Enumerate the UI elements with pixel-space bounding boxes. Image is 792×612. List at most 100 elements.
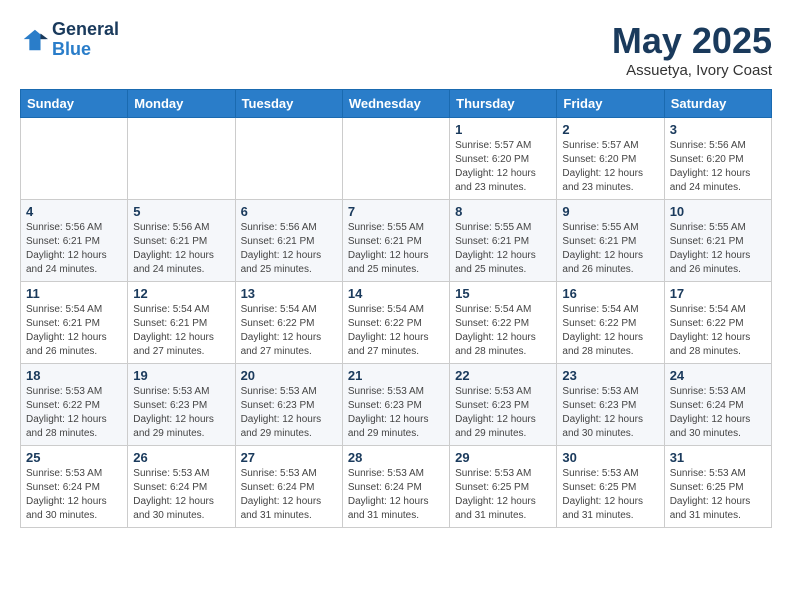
calendar-cell: 6 Sunrise: 5:56 AM Sunset: 6:21 PM Daylig… [235,200,342,282]
day-info: Sunrise: 5:56 AM Sunset: 6:21 PM Dayligh… [241,221,337,277]
day-info: Sunrise: 5:53 AM Sunset: 6:23 PM Dayligh… [455,385,551,441]
calendar-table: SundayMondayTuesdayWednesdayThursdayFrid… [20,89,772,528]
calendar-cell: 7 Sunrise: 5:55 AM Sunset: 6:21 PM Daylig… [342,200,449,282]
day-number: 29 [455,450,551,465]
day-number: 16 [562,286,658,301]
day-number: 23 [562,368,658,383]
calendar-cell: 26 Sunrise: 5:53 AM Sunset: 6:24 PM Dayli… [128,446,235,528]
day-number: 7 [348,204,444,219]
calendar-cell: 31Sunrise: 5:53 AM Sunset: 6:25 PM Dayli… [664,446,771,528]
calendar-cell [128,118,235,200]
day-number: 26 [133,450,229,465]
day-number: 4 [26,204,122,219]
calendar-week-1: 1Sunrise: 5:57 AM Sunset: 6:20 PM Daylig… [21,118,772,200]
calendar-cell: 24Sunrise: 5:53 AM Sunset: 6:24 PM Dayli… [664,364,771,446]
calendar-cell: 14 Sunrise: 5:54 AM Sunset: 6:22 PM Dayli… [342,282,449,364]
calendar-cell: 29Sunrise: 5:53 AM Sunset: 6:25 PM Dayli… [450,446,557,528]
calendar-cell: 15Sunrise: 5:54 AM Sunset: 6:22 PM Dayli… [450,282,557,364]
weekday-header-monday: Monday [128,90,235,118]
day-number: 13 [241,286,337,301]
day-number: 3 [670,122,766,137]
day-info: Sunrise: 5:55 AM Sunset: 6:21 PM Dayligh… [455,221,551,277]
calendar-cell: 10Sunrise: 5:55 AM Sunset: 6:21 PM Dayli… [664,200,771,282]
day-number: 24 [670,368,766,383]
calendar-week-3: 11 Sunrise: 5:54 AM Sunset: 6:21 PM Dayli… [21,282,772,364]
calendar-cell: 19Sunrise: 5:53 AM Sunset: 6:23 PM Dayli… [128,364,235,446]
weekday-header-sunday: Sunday [21,90,128,118]
day-number: 21 [348,368,444,383]
day-info: Sunrise: 5:55 AM Sunset: 6:21 PM Dayligh… [562,221,658,277]
day-info: Sunrise: 5:56 AM Sunset: 6:21 PM Dayligh… [26,221,122,277]
day-number: 12 [133,286,229,301]
weekday-header-friday: Friday [557,90,664,118]
calendar-week-4: 18 Sunrise: 5:53 AM Sunset: 6:22 PM Dayli… [21,364,772,446]
day-info: Sunrise: 5:53 AM Sunset: 6:24 PM Dayligh… [241,467,337,523]
calendar-cell: 25 Sunrise: 5:53 AM Sunset: 6:24 PM Dayli… [21,446,128,528]
day-number: 25 [26,450,122,465]
calendar-cell: 13 Sunrise: 5:54 AM Sunset: 6:22 PM Dayli… [235,282,342,364]
calendar-cell [235,118,342,200]
weekday-header-wednesday: Wednesday [342,90,449,118]
day-number: 31 [670,450,766,465]
day-info: Sunrise: 5:53 AM Sunset: 6:24 PM Dayligh… [348,467,444,523]
day-number: 20 [241,368,337,383]
calendar-cell: 16 Sunrise: 5:54 AM Sunset: 6:22 PM Dayli… [557,282,664,364]
calendar-cell: 30 Sunrise: 5:53 AM Sunset: 6:25 PM Dayli… [557,446,664,528]
calendar-cell [21,118,128,200]
day-info: Sunrise: 5:53 AM Sunset: 6:23 PM Dayligh… [241,385,337,441]
day-number: 18 [26,368,122,383]
calendar-cell: 28 Sunrise: 5:53 AM Sunset: 6:24 PM Dayli… [342,446,449,528]
logo-icon [20,26,48,54]
calendar-week-5: 25 Sunrise: 5:53 AM Sunset: 6:24 PM Dayli… [21,446,772,528]
day-info: Sunrise: 5:54 AM Sunset: 6:22 PM Dayligh… [348,303,444,359]
day-info: Sunrise: 5:54 AM Sunset: 6:22 PM Dayligh… [670,303,766,359]
calendar-cell: 27 Sunrise: 5:53 AM Sunset: 6:24 PM Dayli… [235,446,342,528]
day-info: Sunrise: 5:56 AM Sunset: 6:20 PM Dayligh… [670,139,766,195]
calendar-header-row: SundayMondayTuesdayWednesdayThursdayFrid… [21,90,772,118]
day-info: Sunrise: 5:53 AM Sunset: 6:23 PM Dayligh… [562,385,658,441]
day-number: 30 [562,450,658,465]
day-info: Sunrise: 5:53 AM Sunset: 6:25 PM Dayligh… [562,467,658,523]
calendar-cell: 23 Sunrise: 5:53 AM Sunset: 6:23 PM Dayli… [557,364,664,446]
day-info: Sunrise: 5:54 AM Sunset: 6:22 PM Dayligh… [562,303,658,359]
logo: General Blue [20,20,119,60]
day-number: 19 [133,368,229,383]
title-block: May 2025 Assuetya, Ivory Coast [612,20,772,79]
day-number: 27 [241,450,337,465]
day-info: Sunrise: 5:54 AM Sunset: 6:21 PM Dayligh… [26,303,122,359]
calendar-cell: 1Sunrise: 5:57 AM Sunset: 6:20 PM Daylig… [450,118,557,200]
day-number: 6 [241,204,337,219]
calendar-cell: 8 Sunrise: 5:55 AM Sunset: 6:21 PM Daylig… [450,200,557,282]
calendar-cell: 18 Sunrise: 5:53 AM Sunset: 6:22 PM Dayli… [21,364,128,446]
calendar-cell: 4 Sunrise: 5:56 AM Sunset: 6:21 PM Daylig… [21,200,128,282]
day-number: 8 [455,204,551,219]
calendar-cell: 9Sunrise: 5:55 AM Sunset: 6:21 PM Daylig… [557,200,664,282]
calendar-cell: 17Sunrise: 5:54 AM Sunset: 6:22 PM Dayli… [664,282,771,364]
calendar-cell: 11 Sunrise: 5:54 AM Sunset: 6:21 PM Dayli… [21,282,128,364]
day-info: Sunrise: 5:53 AM Sunset: 6:24 PM Dayligh… [133,467,229,523]
day-info: Sunrise: 5:57 AM Sunset: 6:20 PM Dayligh… [562,139,658,195]
weekday-header-tuesday: Tuesday [235,90,342,118]
day-info: Sunrise: 5:53 AM Sunset: 6:24 PM Dayligh… [26,467,122,523]
day-info: Sunrise: 5:54 AM Sunset: 6:22 PM Dayligh… [241,303,337,359]
day-number: 15 [455,286,551,301]
month-title: May 2025 [612,20,772,62]
calendar-cell: 2 Sunrise: 5:57 AM Sunset: 6:20 PM Daylig… [557,118,664,200]
day-info: Sunrise: 5:57 AM Sunset: 6:20 PM Dayligh… [455,139,551,195]
day-number: 2 [562,122,658,137]
day-info: Sunrise: 5:56 AM Sunset: 6:21 PM Dayligh… [133,221,229,277]
calendar-cell: 22Sunrise: 5:53 AM Sunset: 6:23 PM Dayli… [450,364,557,446]
calendar-cell: 5 Sunrise: 5:56 AM Sunset: 6:21 PM Daylig… [128,200,235,282]
logo-text: General Blue [52,20,119,60]
day-info: Sunrise: 5:55 AM Sunset: 6:21 PM Dayligh… [348,221,444,277]
calendar-cell: 12 Sunrise: 5:54 AM Sunset: 6:21 PM Dayli… [128,282,235,364]
day-number: 14 [348,286,444,301]
day-number: 11 [26,286,122,301]
day-number: 28 [348,450,444,465]
day-info: Sunrise: 5:54 AM Sunset: 6:21 PM Dayligh… [133,303,229,359]
day-number: 5 [133,204,229,219]
day-info: Sunrise: 5:53 AM Sunset: 6:22 PM Dayligh… [26,385,122,441]
calendar-week-2: 4 Sunrise: 5:56 AM Sunset: 6:21 PM Daylig… [21,200,772,282]
calendar-cell [342,118,449,200]
weekday-header-thursday: Thursday [450,90,557,118]
